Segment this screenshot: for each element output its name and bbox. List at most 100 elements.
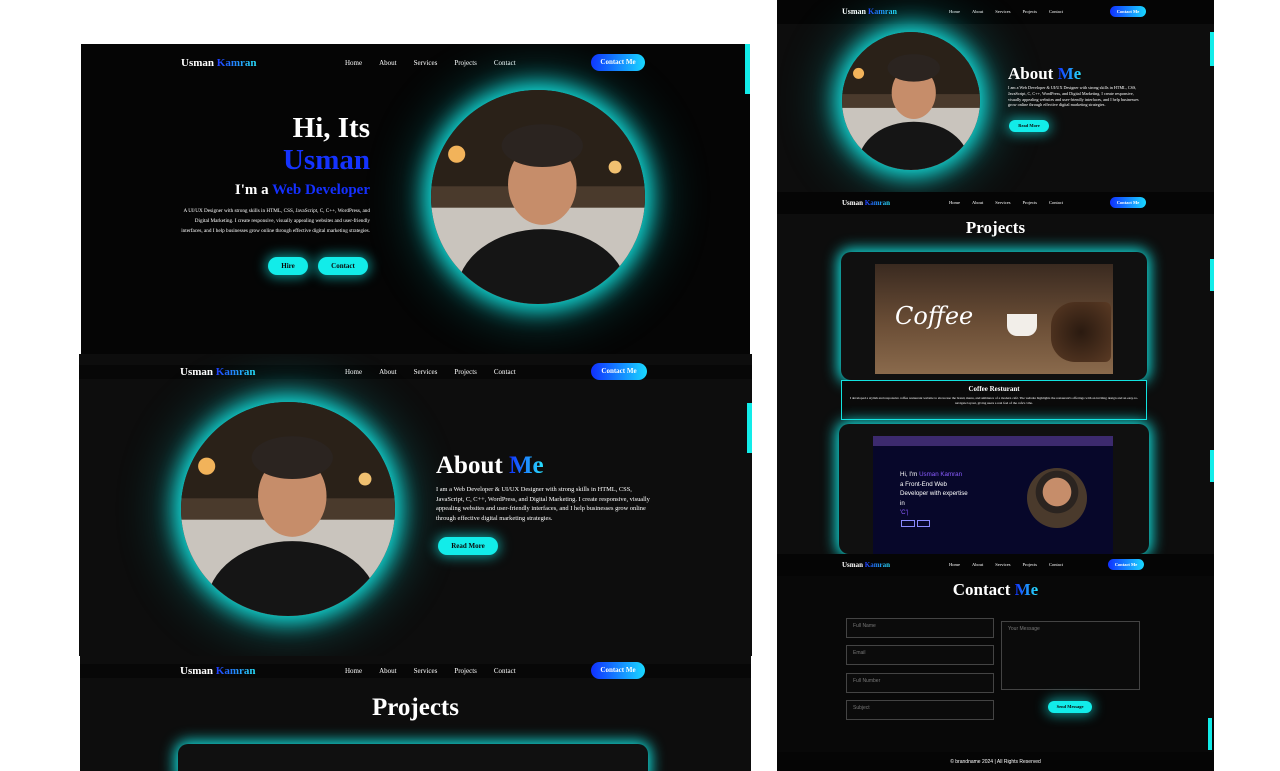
about-photo (842, 32, 980, 170)
accent-bar (1210, 450, 1214, 482)
footer: © brandname 2024 | All Rights Reserved (777, 752, 1214, 771)
footer-text: © brandname 2024 | All Rights Reserved (950, 759, 1041, 765)
nav-services[interactable]: Services (995, 200, 1010, 205)
message-field[interactable]: Your Message (1001, 621, 1140, 690)
nav-projects[interactable]: Projects (1023, 200, 1038, 205)
accent-bar (1210, 259, 1214, 291)
portfolio-btn-1 (901, 520, 915, 527)
logo[interactable]: Usman Kamran (842, 7, 897, 16)
nav-contact[interactable]: Contact (494, 59, 516, 67)
contact-me-button[interactable]: Contact Me (591, 54, 645, 71)
about-section-mini: Usman Kamran Home About Services Project… (777, 0, 1214, 192)
project-card-preview (178, 744, 648, 771)
projects-section-mini: Usman Kamran Home About Services Project… (777, 192, 1214, 554)
about-description: I am a Web Developer & UI/UX Designer wi… (436, 486, 650, 522)
subject-field[interactable]: Subject (846, 700, 994, 720)
nav-home[interactable]: Home (345, 667, 362, 675)
nav-contact[interactable]: Contact (1049, 9, 1063, 14)
email-field[interactable]: Email (846, 645, 994, 665)
nav-contact[interactable]: Contact (494, 368, 516, 376)
nav-about[interactable]: About (972, 562, 983, 567)
navbar: Usman Kamran Home About Services Project… (777, 0, 1214, 24)
contact-me-button[interactable]: Contact Me (591, 662, 645, 679)
nav-menu: Home About Services Projects Contact (345, 59, 516, 67)
nav-menu: Home About Services Projects Contact (949, 9, 1063, 14)
portfolio-btn-2 (917, 520, 930, 527)
logo[interactable]: Usman Kamran (180, 366, 256, 378)
projects-title: Projects (372, 694, 459, 721)
nav-home[interactable]: Home (949, 200, 960, 205)
navbar: Usman Kamran Home About Services Project… (80, 662, 751, 679)
hero-line1: Hi, Its (292, 112, 370, 144)
about-photo (181, 402, 395, 616)
logo[interactable]: Usman Kamran (180, 665, 256, 677)
accent-bar (747, 403, 752, 453)
profile-photo (431, 90, 645, 304)
hero-section: Usman Kamran Home About Services Project… (81, 44, 750, 354)
nav-services[interactable]: Services (995, 9, 1010, 14)
projects-section: Usman Kamran Home About Services Project… (80, 656, 751, 771)
navbar: Usman Kamran Home About Services Project… (777, 192, 1214, 214)
logo[interactable]: Usman Kamran (842, 561, 890, 569)
project-title: Coffee Resturant (968, 385, 1020, 393)
nav-about[interactable]: About (379, 59, 397, 67)
portfolio-photo (1027, 468, 1087, 528)
logo[interactable]: Usman Kamran (181, 57, 257, 69)
nav-services[interactable]: Services (414, 667, 438, 675)
nav-home[interactable]: Home (345, 368, 362, 376)
coffee-preview: Coffee (875, 264, 1113, 374)
coffee-brand: Coffee (895, 302, 974, 330)
hire-button[interactable]: Hire (268, 257, 308, 275)
nav-menu: Home About Services Projects Contact (345, 368, 516, 376)
nav-contact[interactable]: Contact (1049, 562, 1063, 567)
phone-field[interactable]: Full Number (846, 673, 994, 693)
contact-me-button[interactable]: Contact Me (1108, 559, 1144, 570)
nav-contact[interactable]: Contact (494, 667, 516, 675)
logo[interactable]: Usman Kamran (842, 199, 890, 207)
nav-projects[interactable]: Projects (454, 368, 477, 376)
nav-projects[interactable]: Projects (454, 667, 477, 675)
nav-projects[interactable]: Projects (454, 59, 477, 67)
send-message-button[interactable]: Send Message (1048, 701, 1092, 713)
nav-menu: Home About Services Projects Contact (345, 667, 516, 675)
nav-services[interactable]: Services (995, 562, 1010, 567)
portfolio-hero-text: Hi, I'm Usman Kamran a Front-End Web Dev… (900, 471, 968, 516)
contact-title: Contact Me (952, 580, 1039, 599)
about-title: About Me (436, 452, 544, 479)
nav-about[interactable]: About (972, 200, 983, 205)
read-more-button[interactable]: Read More (1009, 120, 1049, 132)
nav-about[interactable]: About (379, 667, 397, 675)
hero-role: I'm a Web Developer (234, 182, 370, 198)
nav-menu: Home About Services Projects Contact (949, 562, 1063, 567)
contact-me-button[interactable]: Contact Me (1110, 197, 1146, 208)
contact-me-button[interactable]: Contact Me (1110, 6, 1146, 17)
nav-services[interactable]: Services (414, 59, 438, 67)
hero-name: Usman (282, 144, 370, 176)
portfolio-preview: Hi, I'm Usman Kamran a Front-End Web Dev… (873, 436, 1113, 554)
beans-icon (1051, 302, 1111, 362)
navbar: Usman Kamran Home About Services Project… (79, 363, 752, 380)
nav-home[interactable]: Home (949, 9, 960, 14)
about-title: About Me (1008, 64, 1082, 83)
contact-me-button[interactable]: Contact Me (591, 363, 647, 380)
contact-button[interactable]: Contact (318, 257, 368, 275)
nav-home[interactable]: Home (345, 59, 362, 67)
nav-services[interactable]: Services (414, 368, 438, 376)
about-description: I am a Web Developer & UI/UX Designer wi… (1008, 85, 1139, 108)
contact-section: Usman Kamran Home About Services Project… (777, 554, 1214, 771)
project-info-bar: Coffee Resturant I developed a stylish a… (841, 380, 1147, 420)
nav-about[interactable]: About (379, 368, 397, 376)
nav-projects[interactable]: Projects (1023, 9, 1038, 14)
nav-projects[interactable]: Projects (1023, 562, 1038, 567)
accent-bar (1208, 718, 1212, 750)
navbar: Usman Kamran Home About Services Project… (777, 554, 1214, 576)
read-more-button[interactable]: Read More (438, 537, 498, 555)
name-field[interactable]: Full Name (846, 618, 994, 638)
project-card-coffee[interactable]: Coffee (841, 252, 1147, 380)
portfolio-navbar (873, 436, 1113, 446)
about-section: Usman Kamran Home About Services Project… (79, 354, 752, 656)
nav-about[interactable]: About (972, 9, 983, 14)
project-card-portfolio[interactable]: Hi, I'm Usman Kamran a Front-End Web Dev… (839, 424, 1149, 554)
nav-home[interactable]: Home (949, 562, 960, 567)
nav-contact[interactable]: Contact (1049, 200, 1063, 205)
